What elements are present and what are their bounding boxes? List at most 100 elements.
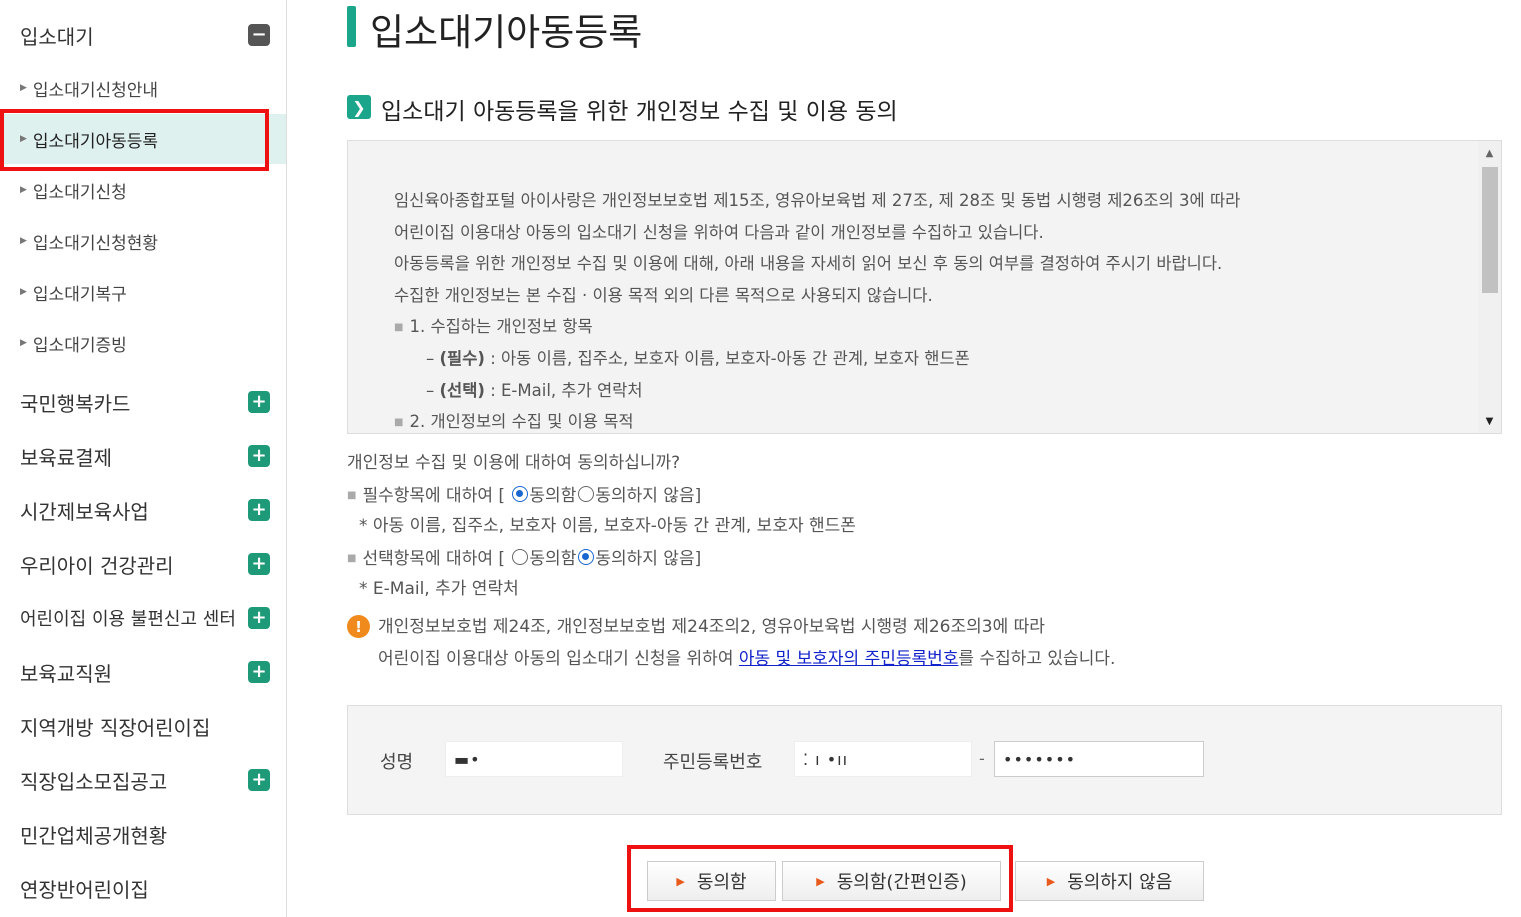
optional-disagree-radio[interactable] — [578, 549, 595, 566]
name-input[interactable]: ▬• — [445, 741, 623, 777]
rrn-dash: - — [979, 749, 985, 768]
notice-text-post: 를 수집하고 있습니다. — [958, 649, 1116, 669]
expand-icon[interactable]: + — [248, 661, 270, 683]
disagree-button[interactable]: ▶ 동의하지 않음 — [1015, 861, 1204, 901]
agreement-item-label: 2. 개인정보의 수집 및 이용 목적 — [409, 412, 634, 432]
optional-agree-radio[interactable] — [512, 549, 529, 566]
triangle-right-icon: ▶ — [20, 338, 27, 348]
expand-icon[interactable]: + — [248, 499, 270, 521]
sidebar-section-staff[interactable]: 보육교직원 + — [0, 645, 286, 699]
expand-icon[interactable]: + — [248, 391, 270, 413]
scroll-down-icon[interactable]: ▼ — [1478, 411, 1501, 431]
sidebar-item-waitlist-guide[interactable]: ▶ 입소대기신청안내 — [0, 63, 286, 113]
page-title: 입소대기아동등록 — [370, 11, 643, 54]
sidebar-item-waitlist-status[interactable]: ▶ 입소대기신청현황 — [0, 216, 286, 266]
notice-text-pre: 어린이집 이용대상 아동의 입소대기 신청을 위하여 — [378, 649, 739, 669]
sidebar-section-label: 어린이집 이용 불편신고 센터 — [20, 609, 236, 630]
optional-consent-row: ■ 선택항목에 대하여 [ 동의함 동의하지 않음] — [347, 543, 856, 575]
consent-question: 개인정보 수집 및 이용에 대하여 동의하십니까? — [347, 453, 681, 473]
sidebar-section-label: 입소대기 — [20, 24, 94, 49]
sidebar-section-open-workplace[interactable]: 지역개방 직장어린이집 — [0, 699, 286, 753]
sidebar-section-hourly-care[interactable]: 시간제보육사업 + — [0, 483, 286, 537]
sidebar-section-private-disclosure[interactable]: 민간업체공개현황 — [0, 807, 286, 861]
required-consent-row: ■ 필수항목에 대하여 [ 동의함 동의하지 않음] — [347, 480, 856, 512]
sidebar-section-label: 지역개방 직장어린이집 — [20, 715, 211, 740]
sidebar-item-label: 입소대기아동등록 — [32, 131, 159, 152]
notice-line: 개인정보보호법 제24조, 개인정보보호법 제24조의2, 영유아보육법 시행령… — [378, 617, 1045, 637]
disagree-label: 동의하지 않음] — [595, 548, 702, 569]
sidebar-section-child-health[interactable]: 우리아이 건강관리 + — [0, 537, 286, 591]
triangle-right-icon: ▶ — [20, 134, 27, 144]
expand-icon[interactable]: + — [248, 445, 270, 467]
agreement-line: 어린이집 이용대상 아동의 입소대기 신청을 위하여 다음과 같이 개인정보를 … — [394, 222, 1044, 242]
agreement-text: 임신육아종합포털 아이사랑은 개인정보보호법 제15조, 영유아보육법 제 27… — [394, 185, 1461, 433]
triangle-right-icon: ▶ — [816, 874, 825, 888]
rrn-collection-link[interactable]: 아동 및 보호자의 주민등록번호 — [739, 649, 959, 669]
triangle-right-icon: ▶ — [20, 83, 27, 93]
sidebar-item-label: 입소대기신청 — [32, 182, 127, 203]
sidebar-section-waitlist[interactable]: 입소대기 − — [0, 8, 286, 62]
agreement-line: 임신육아종합포털 아이사랑은 개인정보보호법 제15조, 영유아보육법 제 27… — [394, 191, 1241, 210]
expand-icon[interactable]: + — [248, 553, 270, 575]
page: 입소대기 − ▶ 입소대기신청안내 ▶ 입소대기아동등록 ▶ 입소대기신청 ▶ … — [0, 0, 1521, 917]
triangle-right-icon: ▶ — [20, 236, 27, 246]
triangle-right-icon: ▶ — [676, 874, 685, 888]
section-title: 입소대기 아동등록을 위한 개인정보 수집 및 이용 동의 — [381, 99, 898, 125]
title-accent-bar — [347, 6, 356, 47]
agree-simple-auth-button[interactable]: ▶ 동의함(간편인증) — [782, 861, 1001, 901]
disagree-label: 동의하지 않음] — [595, 485, 702, 506]
required-disagree-radio[interactable] — [578, 486, 595, 503]
required-consent-label: 필수항목에 대하여 [ — [362, 485, 506, 506]
agreement-item: ■ 2. 개인정보의 수집 및 이용 목적 — [394, 406, 1461, 433]
triangle-right-icon: ▶ — [20, 185, 27, 195]
sidebar-item-label: 입소대기증빙 — [32, 335, 127, 356]
optional-items: : E-Mail, 추가 연락처 — [484, 380, 643, 400]
sidebar-section-label: 보육료결제 — [20, 445, 112, 470]
scrollbar[interactable]: ▲ ▼ — [1478, 141, 1501, 433]
rrn-back-input[interactable]: ••••••• — [994, 741, 1204, 777]
agree-label: 동의함 — [529, 485, 577, 506]
consent-section: 개인정보 수집 및 이용에 대하여 동의하십니까? ■ 필수항목에 대하여 [ 동… — [347, 448, 856, 606]
expand-icon[interactable]: + — [248, 607, 270, 629]
collapse-icon[interactable]: − — [248, 24, 270, 46]
agreement-scrollbox[interactable]: 임신육아종합포털 아이사랑은 개인정보보호법 제15조, 영유아보육법 제 27… — [347, 140, 1502, 434]
agreement-line: 아동등록을 위한 개인정보 수집 및 이용에 대해, 아래 내용을 자세히 읽어… — [394, 254, 1223, 273]
rrn-front-input[interactable]: ⁚ ı •ıı — [794, 741, 972, 777]
sidebar-item-waitlist-proof[interactable]: ▶ 입소대기증빙 — [0, 318, 286, 368]
optional-consent-label: 선택항목에 대하여 [ — [362, 548, 506, 569]
sidebar: 입소대기 − ▶ 입소대기신청안내 ▶ 입소대기아동등록 ▶ 입소대기신청 ▶ … — [0, 0, 287, 917]
sidebar-section-label: 우리아이 건강관리 — [20, 553, 174, 578]
sidebar-item-label: 입소대기신청현황 — [32, 233, 159, 254]
bullet-icon: ■ — [394, 321, 404, 333]
triangle-right-icon: ▶ — [20, 287, 27, 297]
agree-label: 동의함 — [529, 548, 577, 569]
exclamation-icon: ! — [347, 615, 370, 638]
scrollbar-thumb[interactable] — [1482, 167, 1498, 293]
agree-button-label: 동의함 — [696, 872, 747, 893]
required-agree-radio[interactable] — [512, 486, 529, 503]
expand-icon[interactable]: + — [248, 769, 270, 791]
name-label: 성명 — [380, 752, 414, 773]
agreement-subitem: – (필수) : 아동 이름, 집주소, 보호자 이름, 보호자-아동 간 관계… — [426, 349, 970, 369]
sidebar-item-waitlist-apply[interactable]: ▶ 입소대기신청 — [0, 165, 286, 215]
sidebar-section-fee-payment[interactable]: 보육료결제 + — [0, 429, 286, 483]
notice-text: 개인정보보호법 제24조, 개인정보보호법 제24조의2, 영유아보육법 시행령… — [378, 611, 1115, 675]
required-note: * 아동 이름, 집주소, 보호자 이름, 보호자-아동 간 관계, 보호자 핸… — [359, 516, 856, 536]
sidebar-item-label: 입소대기복구 — [32, 284, 127, 305]
sidebar-item-child-registration[interactable]: ▶ 입소대기아동등록 — [0, 114, 286, 164]
sidebar-section-label: 국민행복카드 — [20, 391, 131, 416]
sidebar-section-workplace-recruit[interactable]: 직장입소모집공고 + — [0, 753, 286, 807]
optional-note: * E-Mail, 추가 연락처 — [359, 579, 519, 599]
triangle-right-icon: ▶ — [1046, 874, 1056, 888]
sidebar-section-complaint-center[interactable]: 어린이집 이용 불편신고 센터 + — [0, 591, 286, 645]
required-tag: (필수) — [439, 349, 485, 369]
scroll-up-icon[interactable]: ▲ — [1478, 143, 1501, 163]
optional-tag: (선택) — [439, 380, 485, 400]
sidebar-section-label: 보육교직원 — [20, 661, 112, 686]
sidebar-section-happy-card[interactable]: 국민행복카드 + — [0, 375, 286, 429]
sidebar-section-label: 시간제보육사업 — [20, 499, 149, 524]
chevron-right-icon: ❯ — [347, 95, 371, 119]
agree-button[interactable]: ▶ 동의함 — [647, 861, 776, 901]
sidebar-section-extended-class[interactable]: 연장반어린이집 — [0, 861, 286, 915]
sidebar-item-waitlist-restore[interactable]: ▶ 입소대기복구 — [0, 267, 286, 317]
